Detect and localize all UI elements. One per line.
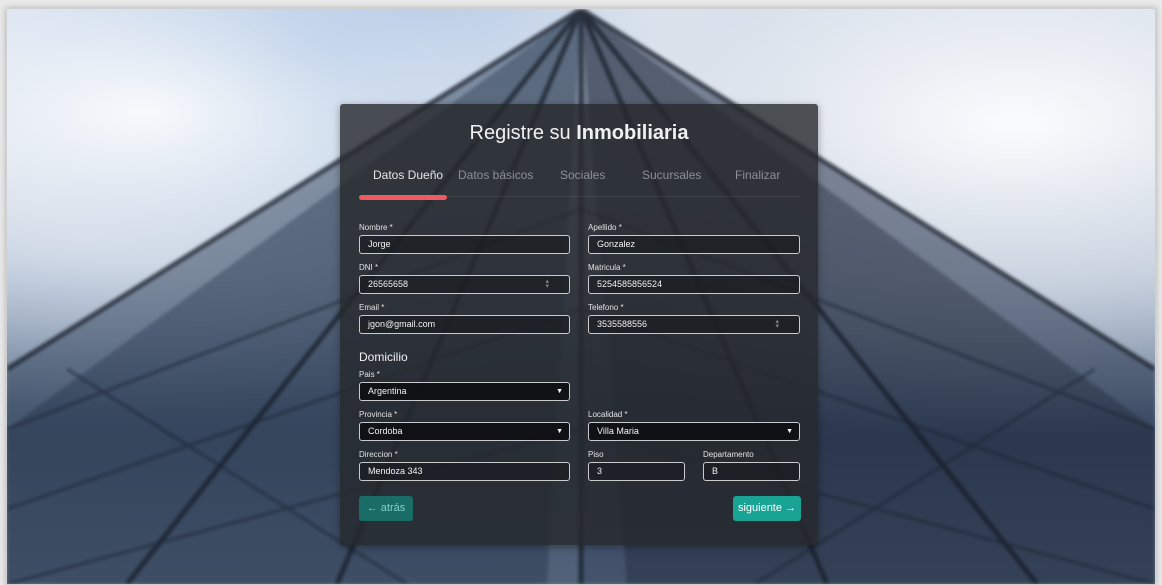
- nombre-input[interactable]: Jorge: [359, 235, 570, 254]
- direccion-label: Direccion *: [359, 450, 398, 459]
- tab-finalizar[interactable]: Finalizar: [735, 168, 780, 182]
- pais-value: Argentina: [368, 386, 407, 396]
- matricula-label: Matricula *: [588, 263, 626, 272]
- departamento-input[interactable]: B: [703, 462, 800, 481]
- title-light: Registre su: [469, 122, 571, 144]
- next-button[interactable]: siguiente →: [733, 496, 801, 521]
- title-bold: Inmobiliaria: [576, 122, 689, 144]
- back-button[interactable]: ← atrás: [359, 496, 413, 521]
- matricula-input[interactable]: 5254585856524: [588, 275, 800, 294]
- tab-sociales[interactable]: Sociales: [560, 168, 605, 182]
- registration-card: Registre su Inmobiliaria Datos Dueño Dat…: [340, 104, 818, 545]
- caret-down-icon: ▼: [556, 388, 563, 395]
- tab-datos-basicos[interactable]: Datos básicos: [458, 168, 533, 182]
- tab-datos-dueno[interactable]: Datos Dueño: [373, 168, 443, 182]
- email-label: Email *: [359, 303, 385, 312]
- dni-value: 26565658: [368, 279, 409, 289]
- localidad-value: Villa Maria: [597, 426, 639, 436]
- apellido-input[interactable]: Gonzalez: [588, 235, 800, 254]
- provincia-value: Cordoba: [368, 426, 403, 436]
- direccion-input[interactable]: Mendoza 343: [359, 462, 570, 481]
- pais-label: Pais *: [359, 370, 380, 379]
- dni-spinner-icon[interactable]: ▴ ▾: [545, 278, 549, 290]
- telefono-spinner-icon[interactable]: ▴ ▾: [775, 318, 779, 330]
- dni-input[interactable]: 26565658 ▴ ▾: [359, 275, 570, 294]
- piso-input[interactable]: 3: [588, 462, 685, 481]
- form-title: Registre su Inmobiliaria: [340, 122, 818, 145]
- email-input[interactable]: jgon@gmail.com: [359, 315, 570, 334]
- active-tab-indicator: [359, 195, 447, 200]
- localidad-label: Localidad *: [588, 410, 628, 419]
- provincia-label: Provincia *: [359, 410, 398, 419]
- localidad-select[interactable]: Villa Maria ▼: [588, 422, 800, 441]
- caret-down-icon: ▼: [556, 428, 563, 435]
- provincia-select[interactable]: Cordoba ▼: [359, 422, 570, 441]
- dni-label: DNI *: [359, 263, 379, 272]
- page-frame: Registre su Inmobiliaria Datos Dueño Dat…: [6, 8, 1156, 585]
- departamento-label: Departamento: [703, 450, 754, 459]
- caret-down-icon: ▼: [786, 428, 793, 435]
- apellido-label: Apellido *: [588, 223, 622, 232]
- telefono-value: 3535588556: [597, 319, 648, 329]
- domicilio-heading: Domicilio: [359, 350, 408, 364]
- tab-sucursales[interactable]: Sucursales: [642, 168, 701, 182]
- nombre-label: Nombre *: [359, 223, 393, 232]
- telefono-input[interactable]: 3535588556 ▴ ▾: [588, 315, 800, 334]
- tab-divider: [446, 196, 799, 197]
- step-tabs: Datos Dueño Datos básicos Sociales Sucur…: [358, 163, 801, 203]
- telefono-label: Telefono *: [588, 303, 624, 312]
- piso-label: Piso: [588, 450, 604, 459]
- pais-select[interactable]: Argentina ▼: [359, 382, 570, 401]
